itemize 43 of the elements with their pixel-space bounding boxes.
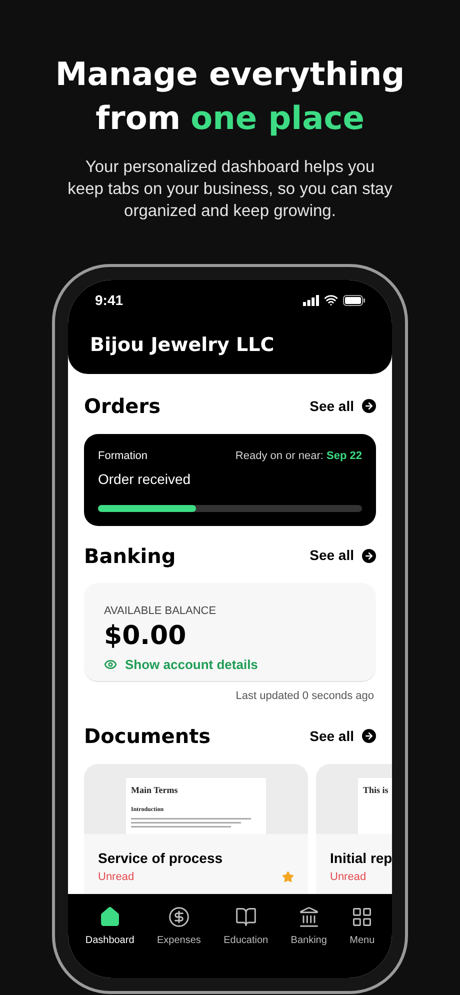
- ready-date: Ready on or near: Sep 22: [235, 449, 362, 464]
- see-all-link[interactable]: See all: [310, 396, 376, 416]
- last-updated: Last updated 0 seconds ago: [236, 688, 375, 704]
- book-icon: [234, 906, 257, 928]
- see-all-link[interactable]: See all: [310, 726, 376, 746]
- document-card[interactable]: This is Initial rep Unread: [316, 764, 392, 894]
- preview-title: Main Terms: [131, 784, 179, 797]
- wifi-icon: [324, 293, 338, 307]
- document-name: Initial rep: [330, 849, 392, 868]
- see-all-link[interactable]: See all: [310, 545, 376, 566]
- section-title: Orders: [84, 394, 161, 418]
- document-name: Service of process: [98, 849, 224, 868]
- document-status: Unread: [330, 870, 366, 885]
- business-name: Bijou Jewelry LLC: [90, 333, 276, 358]
- section-title: Documents: [84, 724, 211, 748]
- home-icon: [98, 906, 121, 928]
- subtitle: Your personalized dashboard helps you keep tabs on your business, so you can stay organized and keep growing.: [68, 157, 392, 222]
- status-time: 9:41: [95, 290, 124, 310]
- arrow-right-icon: [362, 399, 376, 413]
- battery-icon: [343, 294, 365, 306]
- tab-item[interactable]: Expenses: [156, 906, 201, 950]
- section-title: Banking: [84, 544, 176, 568]
- eye-icon: [104, 658, 117, 672]
- tab-item[interactable]: Education: [224, 906, 268, 950]
- grid-icon: [351, 906, 374, 928]
- balance-label: AVAILABLE BALANCE: [104, 604, 218, 618]
- tab-item[interactable]: Menu: [350, 906, 375, 950]
- arrow-right-icon: [362, 729, 376, 743]
- dollar-icon: [168, 906, 190, 928]
- arrow-right-icon: [362, 548, 376, 562]
- balance-amount: $0.00: [104, 620, 188, 653]
- signal-icon: [303, 294, 319, 306]
- tab-item[interactable]: Banking: [290, 906, 327, 950]
- order-category: Formation: [98, 449, 148, 464]
- headline-text: Manage everything: [54, 54, 406, 95]
- document-status: Unread: [98, 870, 134, 885]
- order-status: Order received: [98, 470, 192, 488]
- preview-title: This is: [363, 784, 390, 797]
- tab-item[interactable]: Dashboard: [85, 906, 134, 950]
- headline-text: one place: [190, 98, 364, 139]
- order-card[interactable]: Formation Ready on or near: Sep 22 Order received: [84, 434, 376, 526]
- headline-text: from: [96, 98, 181, 139]
- bank-icon: [298, 906, 320, 928]
